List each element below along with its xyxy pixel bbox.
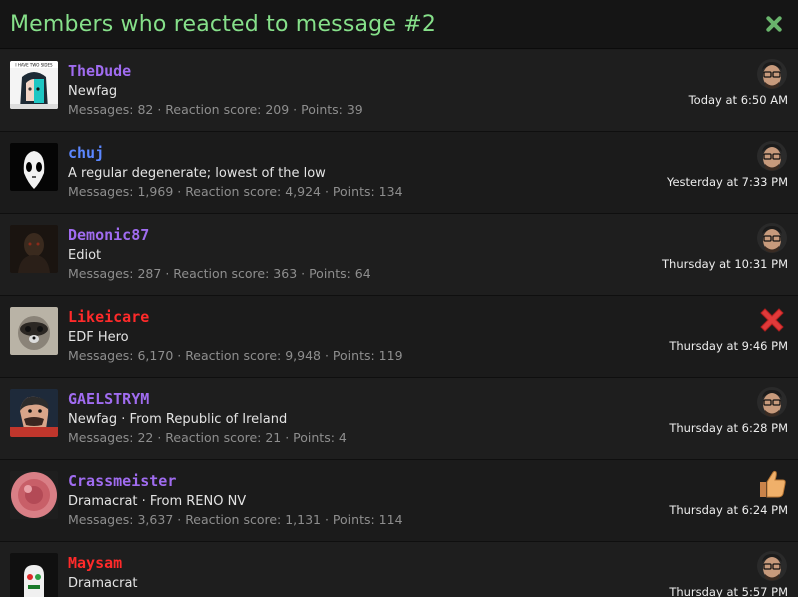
list-item: Likeicare EDF Hero Messages: 6,170 · Rea…	[0, 296, 798, 378]
member-stats: Messages: 22 · Reaction score: 21 · Poin…	[68, 430, 347, 445]
avatar[interactable]	[10, 143, 58, 191]
list-item: Crassmeister Dramacrat · From RENO NV Me…	[0, 460, 798, 542]
member-name[interactable]: Demonic87	[68, 226, 149, 244]
member-title: Newfag	[68, 84, 118, 99]
member-stats: Messages: 287 · Reaction score: 363 · Po…	[68, 266, 371, 281]
face-reaction-icon	[756, 58, 788, 90]
member-name[interactable]: chuj	[68, 144, 104, 162]
reaction-time: Thursday at 10:31 PM	[662, 257, 788, 271]
reaction-time: Yesterday at 7:33 PM	[666, 175, 788, 189]
avatar-caption: I HAVE TWO SIDES	[15, 63, 53, 68]
member-stats: Messages: 82 · Reaction score: 209 · Poi…	[68, 102, 363, 117]
member-title: A regular degenerate; lowest of the low	[68, 166, 326, 181]
member-title: EDF Hero	[68, 330, 129, 345]
close-icon[interactable]	[762, 12, 786, 36]
avatar[interactable]	[10, 307, 58, 355]
list-item: GAELSTRYM Newfag · From Republic of Irel…	[0, 378, 798, 460]
avatar[interactable]	[10, 389, 58, 437]
list-item: Maysam Dramacrat Thursday at 5:57 PM	[0, 542, 798, 597]
face-reaction-icon	[756, 386, 788, 418]
member-title: Dramacrat · From RENO NV	[68, 494, 247, 509]
reaction-time: Thursday at 6:24 PM	[669, 503, 788, 517]
reaction-time: Thursday at 5:57 PM	[669, 585, 788, 597]
member-stats: Messages: 3,637 · Reaction score: 1,131 …	[68, 512, 403, 527]
list-item: chuj A regular degenerate; lowest of the…	[0, 132, 798, 214]
member-title: Dramacrat	[68, 576, 138, 591]
face-reaction-icon	[756, 140, 788, 172]
avatar[interactable]	[10, 471, 58, 519]
avatar[interactable]	[10, 553, 58, 597]
member-name[interactable]: TheDude	[68, 62, 131, 80]
face-reaction-icon	[756, 550, 788, 582]
x-reaction-icon	[756, 304, 788, 336]
reaction-time: Today at 6:50 AM	[688, 93, 788, 107]
member-stats: Messages: 6,170 · Reaction score: 9,948 …	[68, 348, 403, 363]
member-name[interactable]: Crassmeister	[68, 472, 176, 490]
reaction-list: I HAVE TWO SIDES TheDude Newfag Messages…	[0, 50, 798, 597]
avatar[interactable]	[10, 225, 58, 273]
dialog-title: Members who reacted to message #2	[10, 11, 437, 37]
member-name[interactable]: Maysam	[68, 554, 122, 572]
member-title: Newfag · From Republic of Ireland	[68, 412, 288, 427]
member-name[interactable]: GAELSTRYM	[68, 390, 149, 408]
member-name[interactable]: Likeicare	[68, 308, 149, 326]
avatar[interactable]: I HAVE TWO SIDES	[10, 61, 58, 109]
face-reaction-icon	[756, 222, 788, 254]
dialog-header: Members who reacted to message #2	[0, 0, 798, 49]
member-title: Ediot	[68, 248, 102, 263]
reaction-time: Thursday at 9:46 PM	[669, 339, 788, 353]
member-stats: Messages: 1,969 · Reaction score: 4,924 …	[68, 184, 403, 199]
list-item: Demonic87 Ediot Messages: 287 · Reaction…	[0, 214, 798, 296]
list-item: I HAVE TWO SIDES TheDude Newfag Messages…	[0, 50, 798, 132]
thumbs-up-icon	[756, 468, 788, 500]
reaction-time: Thursday at 6:28 PM	[669, 421, 788, 435]
